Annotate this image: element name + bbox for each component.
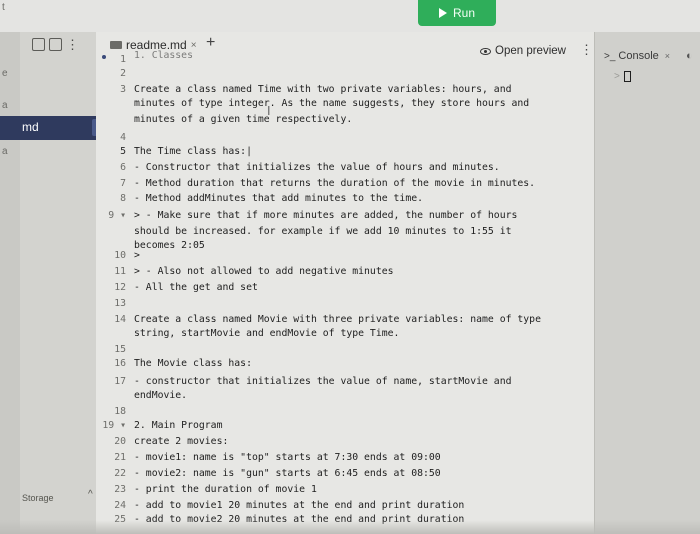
run-button[interactable]: Run [418,0,496,26]
code-line[interactable]: The Movie class has: [134,358,252,369]
code-area[interactable]: 1 1. Classes 2 3 Create a class named Time w… [96,32,594,534]
close-icon[interactable]: × [665,51,670,61]
code-line[interactable]: - All the get and set [134,282,258,293]
line-number: 23 [114,484,126,495]
left-panel-strip: t e a a [0,2,20,534]
code-line[interactable]: minutes of type integer. As the name sug… [134,98,529,109]
active-file-label: md [22,120,39,134]
chevron-up-icon[interactable]: ^ [88,489,93,500]
line-number: 1 [120,54,126,65]
code-line[interactable]: 1. Classes [134,50,193,61]
code-line[interactable]: > - Make sure that if more minutes are a… [134,210,517,221]
line-number: 7 [120,178,126,189]
code-line[interactable]: - Method duration that returns the durat… [134,178,535,189]
run-label: Run [452,6,475,20]
storage-label[interactable]: Storage [22,493,54,503]
line-number: 13 [114,298,126,309]
top-bar: Run [0,0,700,32]
code-line[interactable]: - add to movie1 20 minutes at the end an… [134,500,464,511]
line-number: 5 [120,146,126,157]
code-line[interactable]: > [134,250,140,261]
code-line[interactable]: endMovie. [134,390,187,401]
line-number: 21 [114,452,126,463]
code-line[interactable]: - constructor that initializes the value… [134,376,512,387]
line-number: 12 [114,282,126,293]
editor-pane: readme.md × + Open preview ⋮ 1 1. Classes… [96,32,594,534]
code-line[interactable]: 2. Main Program [134,420,222,431]
line-number: 22 [114,468,126,479]
file-sidebar: ⋮ md ⋮ Storage ^ [0,32,108,534]
more-options-icon[interactable]: ⋮ [66,38,79,51]
line-number: 3 [120,84,126,95]
console-caret [623,71,631,82]
text-cursor-icon: I [267,104,271,118]
pane-divider[interactable] [594,32,595,534]
left-fragment: a [2,100,8,111]
sidebar-toolbar: ⋮ [32,38,79,51]
terminal-icon: >_ [604,50,616,62]
prompt-arrow-icon: > [614,71,620,82]
line-number: 2 [120,68,126,79]
code-line[interactable]: - Constructor that initializes the value… [134,162,500,173]
line-number: 19 ▾ [102,420,126,431]
line-number: 6 [120,162,126,173]
line-number: 11 [114,266,126,277]
code-line[interactable]: create 2 movies: [134,436,228,447]
code-line[interactable]: should be increased. for example if we a… [134,226,512,237]
code-line[interactable]: Create a class named Time with two priva… [134,84,512,95]
play-icon [438,8,447,18]
console-prompt[interactable]: > [614,71,631,82]
new-folder-icon[interactable] [49,38,62,51]
line-number: 15 [114,344,126,355]
code-line[interactable]: minutes of a given time respectively. [134,114,352,125]
bottom-edge [0,520,700,534]
code-line[interactable]: becomes 2:05 [134,240,205,251]
left-fragment: t [2,2,5,13]
code-line[interactable]: string, startMovie and endMovie of type … [134,328,399,339]
code-line[interactable]: - movie1: name is "top" starts at 7:30 e… [134,452,441,463]
left-fragment: a [2,146,8,157]
line-number: 17 [114,376,126,387]
line-number: 20 [114,436,126,447]
line-number: 16 [114,358,126,369]
line-number: 14 [114,314,126,325]
line-number: 4 [120,132,126,143]
console-pane: >_ Console × ◐ > [594,32,700,534]
left-fragment: e [2,68,8,79]
line-number: 10 [114,250,126,261]
code-line[interactable]: Create a class named Movie with three pr… [134,314,541,325]
code-line[interactable]: - print the duration of movie 1 [134,484,317,495]
new-file-icon[interactable] [32,38,45,51]
line-number: 18 [114,406,126,417]
code-line[interactable]: > - Also not allowed to add negative min… [134,266,394,277]
console-tab-label: Console [618,50,659,62]
line-number: 24 [114,500,126,511]
code-line[interactable]: - movie2: name is "gun" starts at 6:45 e… [134,468,441,479]
line-number: 8 [120,193,126,204]
code-line[interactable]: - Method addMinutes that add minutes to … [134,193,423,204]
tab-console[interactable]: >_ Console × [604,50,670,62]
line-number: 9 ▾ [108,210,126,221]
sidebar-item-active-file[interactable]: md ⋮ [0,116,108,140]
code-line[interactable]: The Time class has:| [134,146,252,157]
chat-icon[interactable]: ◐ [686,50,693,62]
